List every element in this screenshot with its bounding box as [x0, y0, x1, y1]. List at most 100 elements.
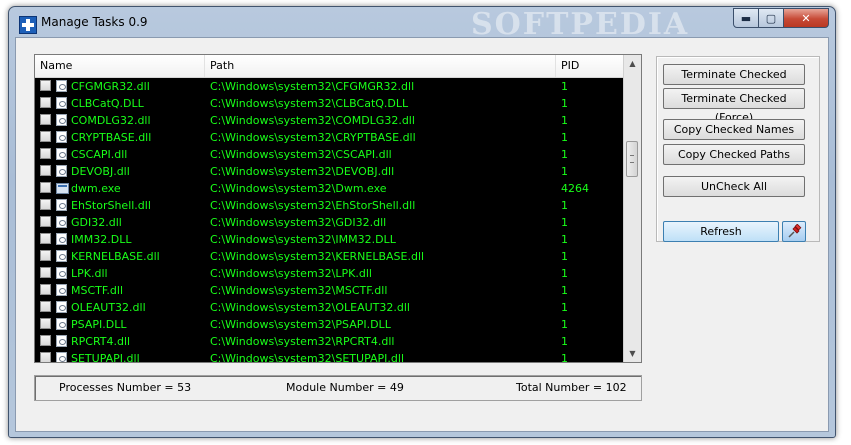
- list-item[interactable]: EhStorShell.dll C:\Windows\system32\EhSto…: [35, 197, 623, 214]
- module-pid: 1: [561, 335, 568, 348]
- module-pid: 1: [561, 80, 568, 93]
- list-item[interactable]: GDI32.dll C:\Windows\system32\GDI32.dll 1: [35, 214, 623, 231]
- module-name: CFGMGR32.dll: [71, 80, 150, 93]
- module-path: C:\Windows\system32\KERNELBASE.dll: [210, 250, 425, 263]
- row-checkbox[interactable]: [40, 165, 51, 176]
- processes-count: Processes Number = 53: [59, 381, 192, 394]
- row-checkbox[interactable]: [40, 131, 51, 142]
- list-item[interactable]: dwm.exe C:\Windows\system32\Dwm.exe 4264: [35, 180, 623, 197]
- row-checkbox[interactable]: [40, 335, 51, 346]
- dll-file-icon: [56, 250, 67, 262]
- module-name: dwm.exe: [71, 182, 121, 195]
- status-bar: Processes Number = 53 Module Number = 49…: [34, 375, 642, 401]
- module-path: C:\Windows\system32\COMDLG32.dll: [210, 114, 415, 127]
- vertical-scrollbar[interactable]: ▲ ▼: [623, 55, 641, 362]
- module-path: C:\Windows\system32\LPK.dll: [210, 267, 372, 280]
- module-path: C:\Windows\system32\RPCRT4.dll: [210, 335, 395, 348]
- module-name: COMDLG32.dll: [71, 114, 151, 127]
- list-item[interactable]: CLBCatQ.DLL C:\Windows\system32\CLBCatQ.D…: [35, 95, 623, 112]
- module-name: DEVOBJ.dll: [71, 165, 130, 178]
- module-pid: 1: [561, 131, 568, 144]
- list-item[interactable]: LPK.dll C:\Windows\system32\LPK.dll 1: [35, 265, 623, 282]
- module-pid: 1: [561, 148, 568, 161]
- row-checkbox[interactable]: [40, 284, 51, 295]
- module-name: PSAPI.DLL: [71, 318, 127, 331]
- row-checkbox[interactable]: [40, 233, 51, 244]
- scroll-up-arrow-icon[interactable]: ▲: [624, 55, 641, 72]
- list-header: Name Path PID: [35, 55, 623, 78]
- scrollbar-thumb[interactable]: [626, 141, 638, 177]
- module-path: C:\Windows\system32\EhStorShell.dll: [210, 199, 416, 212]
- copy-checked-names-button[interactable]: Copy Checked Names: [663, 119, 805, 140]
- row-checkbox[interactable]: [40, 199, 51, 210]
- module-name: EhStorShell.dll: [71, 199, 151, 212]
- close-button[interactable]: ✕: [784, 8, 829, 28]
- title-bar[interactable]: Manage Tasks 0.9 SOFTPEDIA ▬ ▢ ✕: [9, 7, 835, 42]
- module-path: C:\Windows\system32\CSCAPI.dll: [210, 148, 392, 161]
- column-header-pid[interactable]: PID: [556, 55, 623, 77]
- module-path: C:\Windows\system32\IMM32.DLL: [210, 233, 396, 246]
- list-item[interactable]: CSCAPI.dll C:\Windows\system32\CSCAPI.dll…: [35, 146, 623, 163]
- module-pid: 1: [561, 284, 568, 297]
- uncheck-all-button[interactable]: UnCheck All: [663, 176, 805, 197]
- list-item[interactable]: PSAPI.DLL C:\Windows\system32\PSAPI.DLL 1: [35, 316, 623, 333]
- exe-file-icon: [56, 183, 69, 194]
- dll-file-icon: [56, 148, 67, 160]
- module-path: C:\Windows\system32\CFGMGR32.dll: [210, 80, 415, 93]
- client-area: Name Path PID CFGMGR32.dll C:\Windows\sys…: [15, 37, 829, 432]
- row-checkbox[interactable]: [40, 148, 51, 159]
- row-checkbox[interactable]: [40, 301, 51, 312]
- module-path: C:\Windows\system32\PSAPI.DLL: [210, 318, 391, 331]
- list-item[interactable]: SETUPAPI.dll C:\Windows\system32\SETUPAPI…: [35, 350, 623, 362]
- copy-checked-paths-button[interactable]: Copy Checked Paths: [663, 144, 805, 165]
- module-name: GDI32.dll: [71, 216, 122, 229]
- module-pid: 1: [561, 250, 568, 263]
- list-item[interactable]: DEVOBJ.dll C:\Windows\system32\DEVOBJ.dll…: [35, 163, 623, 180]
- row-checkbox[interactable]: [40, 250, 51, 261]
- row-checkbox[interactable]: [40, 182, 51, 193]
- list-item[interactable]: MSCTF.dll C:\Windows\system32\MSCTF.dll 1: [35, 282, 623, 299]
- row-checkbox[interactable]: [40, 216, 51, 227]
- action-panel: Terminate Checked Terminate Checked (For…: [656, 56, 820, 242]
- refresh-button[interactable]: Refresh: [663, 221, 779, 242]
- module-pid: 1: [561, 352, 568, 362]
- terminate-force-button[interactable]: Terminate Checked (Force): [663, 88, 805, 124]
- maximize-button[interactable]: ▢: [759, 8, 784, 28]
- module-name: MSCTF.dll: [71, 284, 124, 297]
- dll-file-icon: [56, 284, 67, 296]
- list-item[interactable]: OLEAUT32.dll C:\Windows\system32\OLEAUT32…: [35, 299, 623, 316]
- module-name: CLBCatQ.DLL: [71, 97, 144, 110]
- module-pid: 1: [561, 216, 568, 229]
- column-header-path[interactable]: Path: [205, 55, 556, 77]
- module-pid: 1: [561, 199, 568, 212]
- column-header-name[interactable]: Name: [35, 55, 205, 77]
- row-checkbox[interactable]: [40, 80, 51, 91]
- row-checkbox[interactable]: [40, 114, 51, 125]
- pin-button[interactable]: [782, 221, 806, 242]
- minimize-button[interactable]: ▬: [733, 8, 759, 28]
- row-checkbox[interactable]: [40, 97, 51, 108]
- module-name: CRYPTBASE.dll: [71, 131, 152, 144]
- list-item[interactable]: CFGMGR32.dll C:\Windows\system32\CFGMGR32…: [35, 78, 623, 95]
- pushpin-icon: [788, 223, 802, 238]
- dll-file-icon: [56, 301, 67, 313]
- row-checkbox[interactable]: [40, 318, 51, 329]
- list-item[interactable]: COMDLG32.dll C:\Windows\system32\COMDLG32…: [35, 112, 623, 129]
- dll-file-icon: [56, 267, 67, 279]
- list-item[interactable]: CRYPTBASE.dll C:\Windows\system32\CRYPTBA…: [35, 129, 623, 146]
- list-item[interactable]: IMM32.DLL C:\Windows\system32\IMM32.DLL 1: [35, 231, 623, 248]
- module-path: C:\Windows\system32\CLBCatQ.DLL: [210, 97, 409, 110]
- list-item[interactable]: RPCRT4.dll C:\Windows\system32\RPCRT4.dll…: [35, 333, 623, 350]
- module-list[interactable]: Name Path PID CFGMGR32.dll C:\Windows\sys…: [34, 54, 642, 363]
- list-item[interactable]: KERNELBASE.dll C:\Windows\system32\KERNEL…: [35, 248, 623, 265]
- dll-file-icon: [56, 114, 67, 126]
- module-name: IMM32.DLL: [71, 233, 132, 246]
- module-path: C:\Windows\system32\Dwm.exe: [210, 182, 387, 195]
- row-checkbox[interactable]: [40, 352, 51, 362]
- app-cross-icon: [19, 16, 37, 34]
- module-name: KERNELBASE.dll: [71, 250, 160, 263]
- terminate-checked-button[interactable]: Terminate Checked: [663, 64, 805, 85]
- module-path: C:\Windows\system32\GDI32.dll: [210, 216, 387, 229]
- scroll-down-arrow-icon[interactable]: ▼: [624, 345, 641, 362]
- row-checkbox[interactable]: [40, 267, 51, 278]
